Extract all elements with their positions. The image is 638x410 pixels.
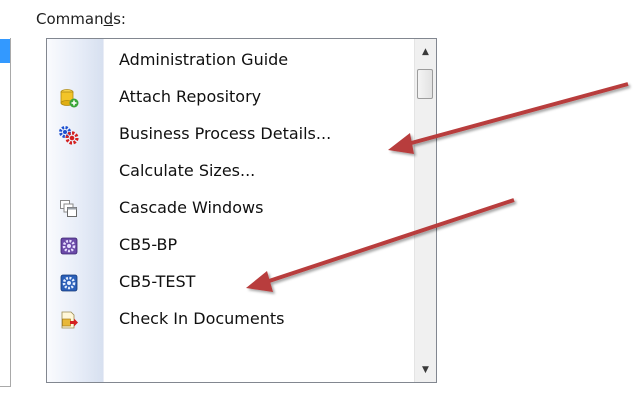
- annotation-arrows: [246, 82, 629, 292]
